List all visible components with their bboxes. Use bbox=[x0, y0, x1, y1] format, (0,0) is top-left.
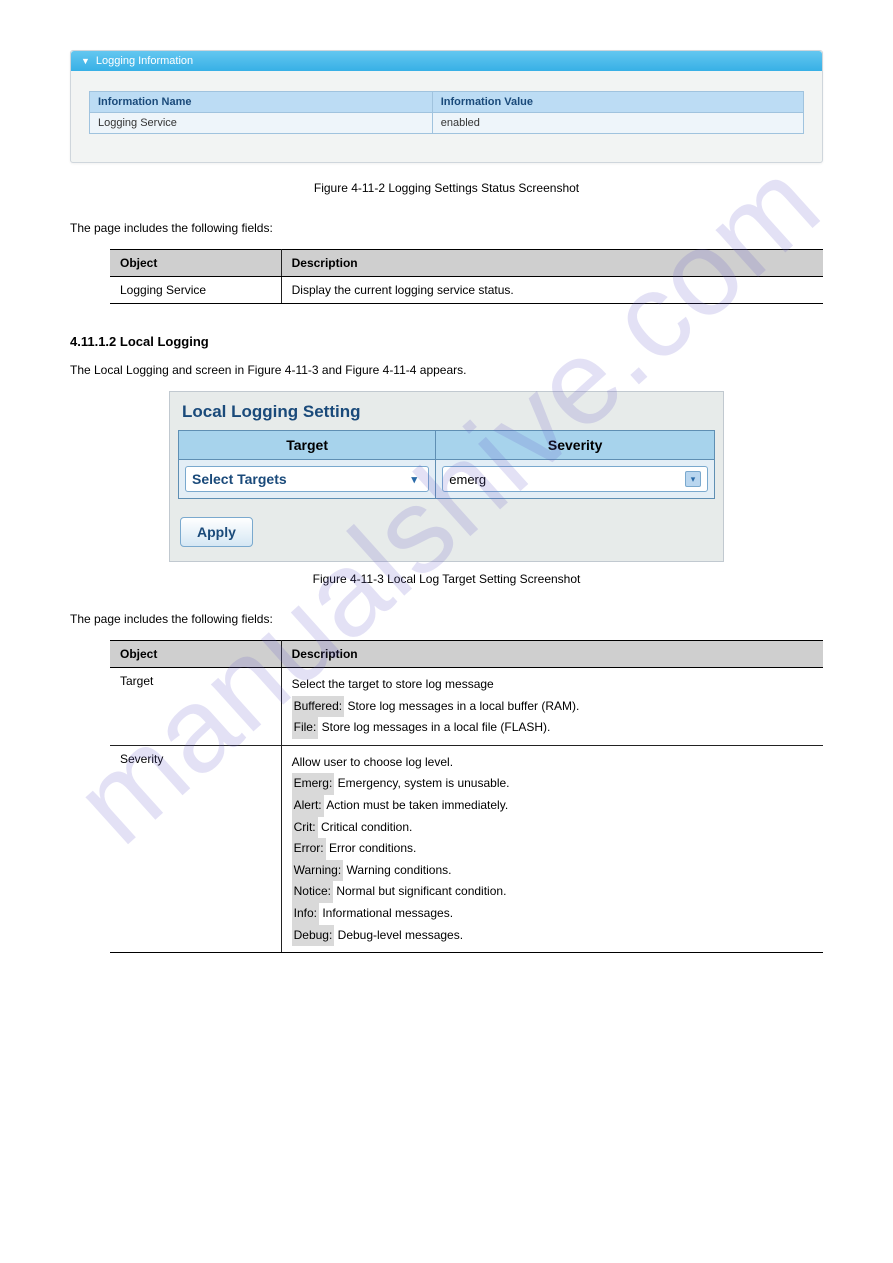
severity-key: Alert: bbox=[292, 795, 324, 817]
paragraph: The Local Logging and screen in Figure 4… bbox=[70, 363, 823, 377]
panel-title: Logging Information bbox=[96, 55, 193, 67]
spec-table-2: Object Description Target Select the tar… bbox=[110, 640, 823, 953]
figure-caption-2: Figure 4-11-3 Local Log Target Setting S… bbox=[60, 572, 833, 586]
panel-header[interactable]: ▼ Logging Information bbox=[71, 51, 822, 71]
table-row: Logging Service enabled bbox=[90, 113, 804, 134]
target-desc: Store log messages in a local file (FLAS… bbox=[322, 720, 551, 734]
chevron-down-icon: ▾ bbox=[685, 471, 701, 487]
logging-info-panel: ▼ Logging Information Information Name I… bbox=[70, 50, 823, 163]
target-desc: Store log messages in a local buffer (RA… bbox=[347, 699, 579, 713]
severity-key: Crit: bbox=[292, 817, 318, 839]
spec-col-description: Description bbox=[281, 641, 823, 668]
spec-table-1: Object Description Logging Service Displ… bbox=[110, 249, 823, 304]
target-desc-intro: Select the target to store log message bbox=[292, 674, 813, 696]
severity-key: Emerg: bbox=[292, 773, 335, 795]
target-dropdown-label: Select Targets bbox=[192, 471, 287, 487]
chevron-down-icon: ▼ bbox=[81, 56, 90, 66]
severity-desc: Debug-level messages. bbox=[338, 928, 463, 942]
spec-object-cell: Logging Service bbox=[110, 277, 281, 304]
chevron-down-icon: ▾ bbox=[406, 471, 422, 487]
severity-desc: Error conditions. bbox=[329, 841, 416, 855]
severity-select-value: emerg bbox=[449, 472, 486, 487]
severity-desc: Warning conditions. bbox=[347, 863, 452, 877]
severity-key: Warning: bbox=[292, 860, 344, 882]
paragraph: The page includes the following fields: bbox=[70, 221, 823, 235]
spec-col-object: Object bbox=[110, 641, 281, 668]
severity-desc: Emergency, system is unusable. bbox=[338, 776, 510, 790]
local-panel-title: Local Logging Setting bbox=[170, 392, 723, 430]
apply-button[interactable]: Apply bbox=[180, 517, 253, 547]
spec-desc-cell: Select the target to store log message B… bbox=[281, 668, 823, 746]
severity-key: Notice: bbox=[292, 881, 333, 903]
table-row: Select Targets ▾ emerg ▾ bbox=[179, 460, 715, 499]
figure-caption-1: Figure 4-11-2 Logging Settings Status Sc… bbox=[60, 181, 833, 195]
target-dropdown[interactable]: Select Targets ▾ bbox=[185, 466, 429, 492]
severity-desc: Normal but significant condition. bbox=[336, 884, 506, 898]
table-row: Severity Allow user to choose log level.… bbox=[110, 745, 823, 952]
spec-col-object: Object bbox=[110, 250, 281, 277]
severity-key: Error: bbox=[292, 838, 326, 860]
local-logging-panel: Local Logging Setting Target Severity Se… bbox=[169, 391, 724, 562]
col-header-info-name: Information Name bbox=[90, 92, 433, 113]
col-header-target: Target bbox=[179, 431, 436, 460]
spec-desc-cell: Allow user to choose log level. Emerg: E… bbox=[281, 745, 823, 952]
info-name-cell: Logging Service bbox=[90, 113, 433, 134]
target-key: Buffered: bbox=[292, 696, 344, 718]
target-key: File: bbox=[292, 717, 319, 739]
section-heading: 4.11.1.2 Local Logging bbox=[70, 334, 823, 349]
severity-desc: Action must be taken immediately. bbox=[326, 798, 508, 812]
severity-key: Debug: bbox=[292, 925, 335, 947]
spec-col-description: Description bbox=[281, 250, 823, 277]
spec-object-cell: Severity bbox=[110, 745, 281, 952]
spec-object-cell: Target bbox=[110, 668, 281, 746]
col-header-severity: Severity bbox=[436, 431, 715, 460]
paragraph: The page includes the following fields: bbox=[70, 612, 823, 626]
spec-desc-cell: Display the current logging service stat… bbox=[281, 277, 823, 304]
severity-desc-intro: Allow user to choose log level. bbox=[292, 752, 813, 774]
table-row: Target Select the target to store log me… bbox=[110, 668, 823, 746]
col-header-info-value: Information Value bbox=[432, 92, 803, 113]
severity-desc: Critical condition. bbox=[321, 820, 412, 834]
table-row: Logging Service Display the current logg… bbox=[110, 277, 823, 304]
local-logging-table: Target Severity Select Targets ▾ emerg ▾ bbox=[178, 430, 715, 499]
severity-desc: Informational messages. bbox=[322, 906, 453, 920]
severity-select[interactable]: emerg ▾ bbox=[442, 466, 708, 492]
logging-info-table: Information Name Information Value Loggi… bbox=[89, 91, 804, 134]
severity-key: Info: bbox=[292, 903, 319, 925]
info-value-cell: enabled bbox=[432, 113, 803, 134]
